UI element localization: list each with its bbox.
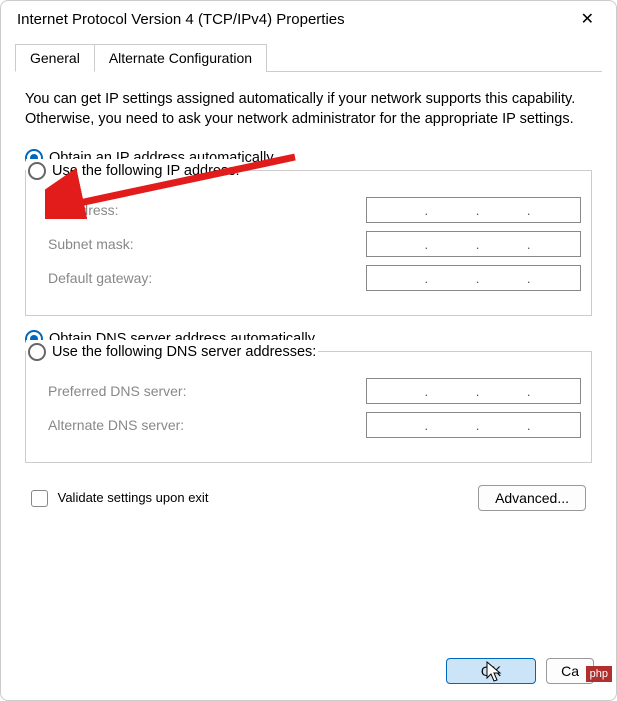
tab-content-general: You can get IP settings assigned automat…: [1, 72, 616, 521]
radio-use-following-ip-row[interactable]: Use the following IP address:: [28, 162, 240, 180]
radio-use-following-dns-row[interactable]: Use the following DNS server addresses:: [28, 343, 316, 361]
radio-use-following-dns[interactable]: [28, 343, 46, 361]
ip-address-input[interactable]: . . .: [366, 197, 581, 223]
tab-general[interactable]: General: [15, 44, 95, 72]
window-title: Internet Protocol Version 4 (TCP/IPv4) P…: [17, 11, 345, 28]
default-gateway-row: Default gateway: . . .: [36, 265, 581, 291]
watermark: php: [586, 666, 612, 682]
properties-dialog: Internet Protocol Version 4 (TCP/IPv4) P…: [0, 0, 617, 701]
description-text: You can get IP settings assigned automat…: [25, 90, 592, 129]
titlebar: Internet Protocol Version 4 (TCP/IPv4) P…: [1, 1, 616, 37]
radio-use-following-ip-label: Use the following IP address:: [52, 163, 240, 179]
ip-address-group: Use the following IP address: IP address…: [25, 170, 592, 316]
radio-use-following-ip[interactable]: [28, 162, 46, 180]
alternate-dns-input[interactable]: . . .: [366, 412, 581, 438]
subnet-mask-label: Subnet mask:: [48, 236, 134, 252]
default-gateway-label: Default gateway:: [48, 270, 152, 286]
dialog-footer: OK Ca: [446, 658, 594, 684]
tab-strip: General Alternate Configuration: [15, 43, 602, 72]
ip-address-row: IP address: . . .: [36, 197, 581, 223]
radio-use-following-dns-label: Use the following DNS server addresses:: [52, 344, 316, 360]
subnet-mask-input[interactable]: . . .: [366, 231, 581, 257]
validate-settings-row[interactable]: Validate settings upon exit: [31, 490, 208, 507]
alternate-dns-row: Alternate DNS server: . . .: [36, 412, 581, 438]
advanced-button[interactable]: Advanced...: [478, 485, 586, 511]
validate-settings-label: Validate settings upon exit: [58, 490, 209, 505]
dns-group: Use the following DNS server addresses: …: [25, 351, 592, 463]
tab-alternate-configuration[interactable]: Alternate Configuration: [94, 44, 267, 72]
preferred-dns-input[interactable]: . . .: [366, 378, 581, 404]
subnet-mask-row: Subnet mask: . . .: [36, 231, 581, 257]
preferred-dns-label: Preferred DNS server:: [48, 383, 186, 399]
preferred-dns-row: Preferred DNS server: . . .: [36, 378, 581, 404]
bottom-row: Validate settings upon exit Advanced...: [25, 477, 592, 511]
alternate-dns-label: Alternate DNS server:: [48, 417, 184, 433]
cursor-pointer-icon: [486, 661, 504, 688]
close-icon[interactable]: ✕: [575, 9, 600, 29]
validate-settings-checkbox[interactable]: [31, 490, 48, 507]
ip-address-label: IP address:: [48, 202, 119, 218]
default-gateway-input[interactable]: . . .: [366, 265, 581, 291]
